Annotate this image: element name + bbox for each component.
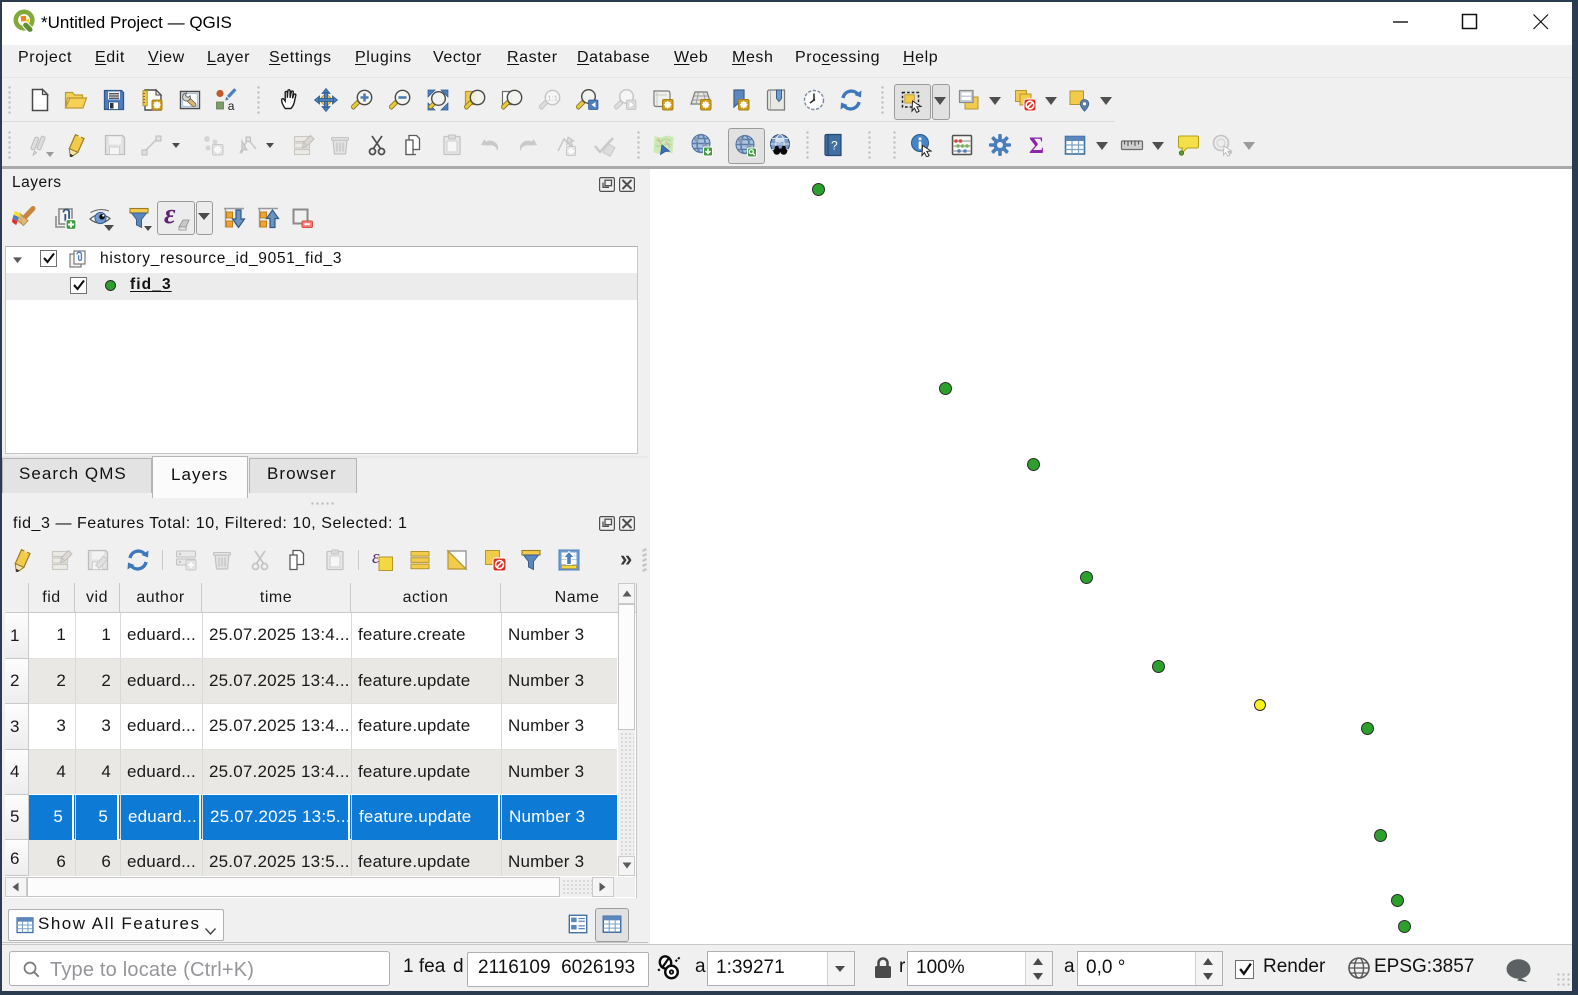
svg-text:1:1: 1:1	[548, 94, 558, 103]
svg-text:a: a	[228, 99, 235, 112]
svg-text:?: ?	[831, 139, 838, 153]
svg-text:ε: ε	[372, 548, 380, 568]
svg-text:Σ: Σ	[1029, 133, 1044, 157]
